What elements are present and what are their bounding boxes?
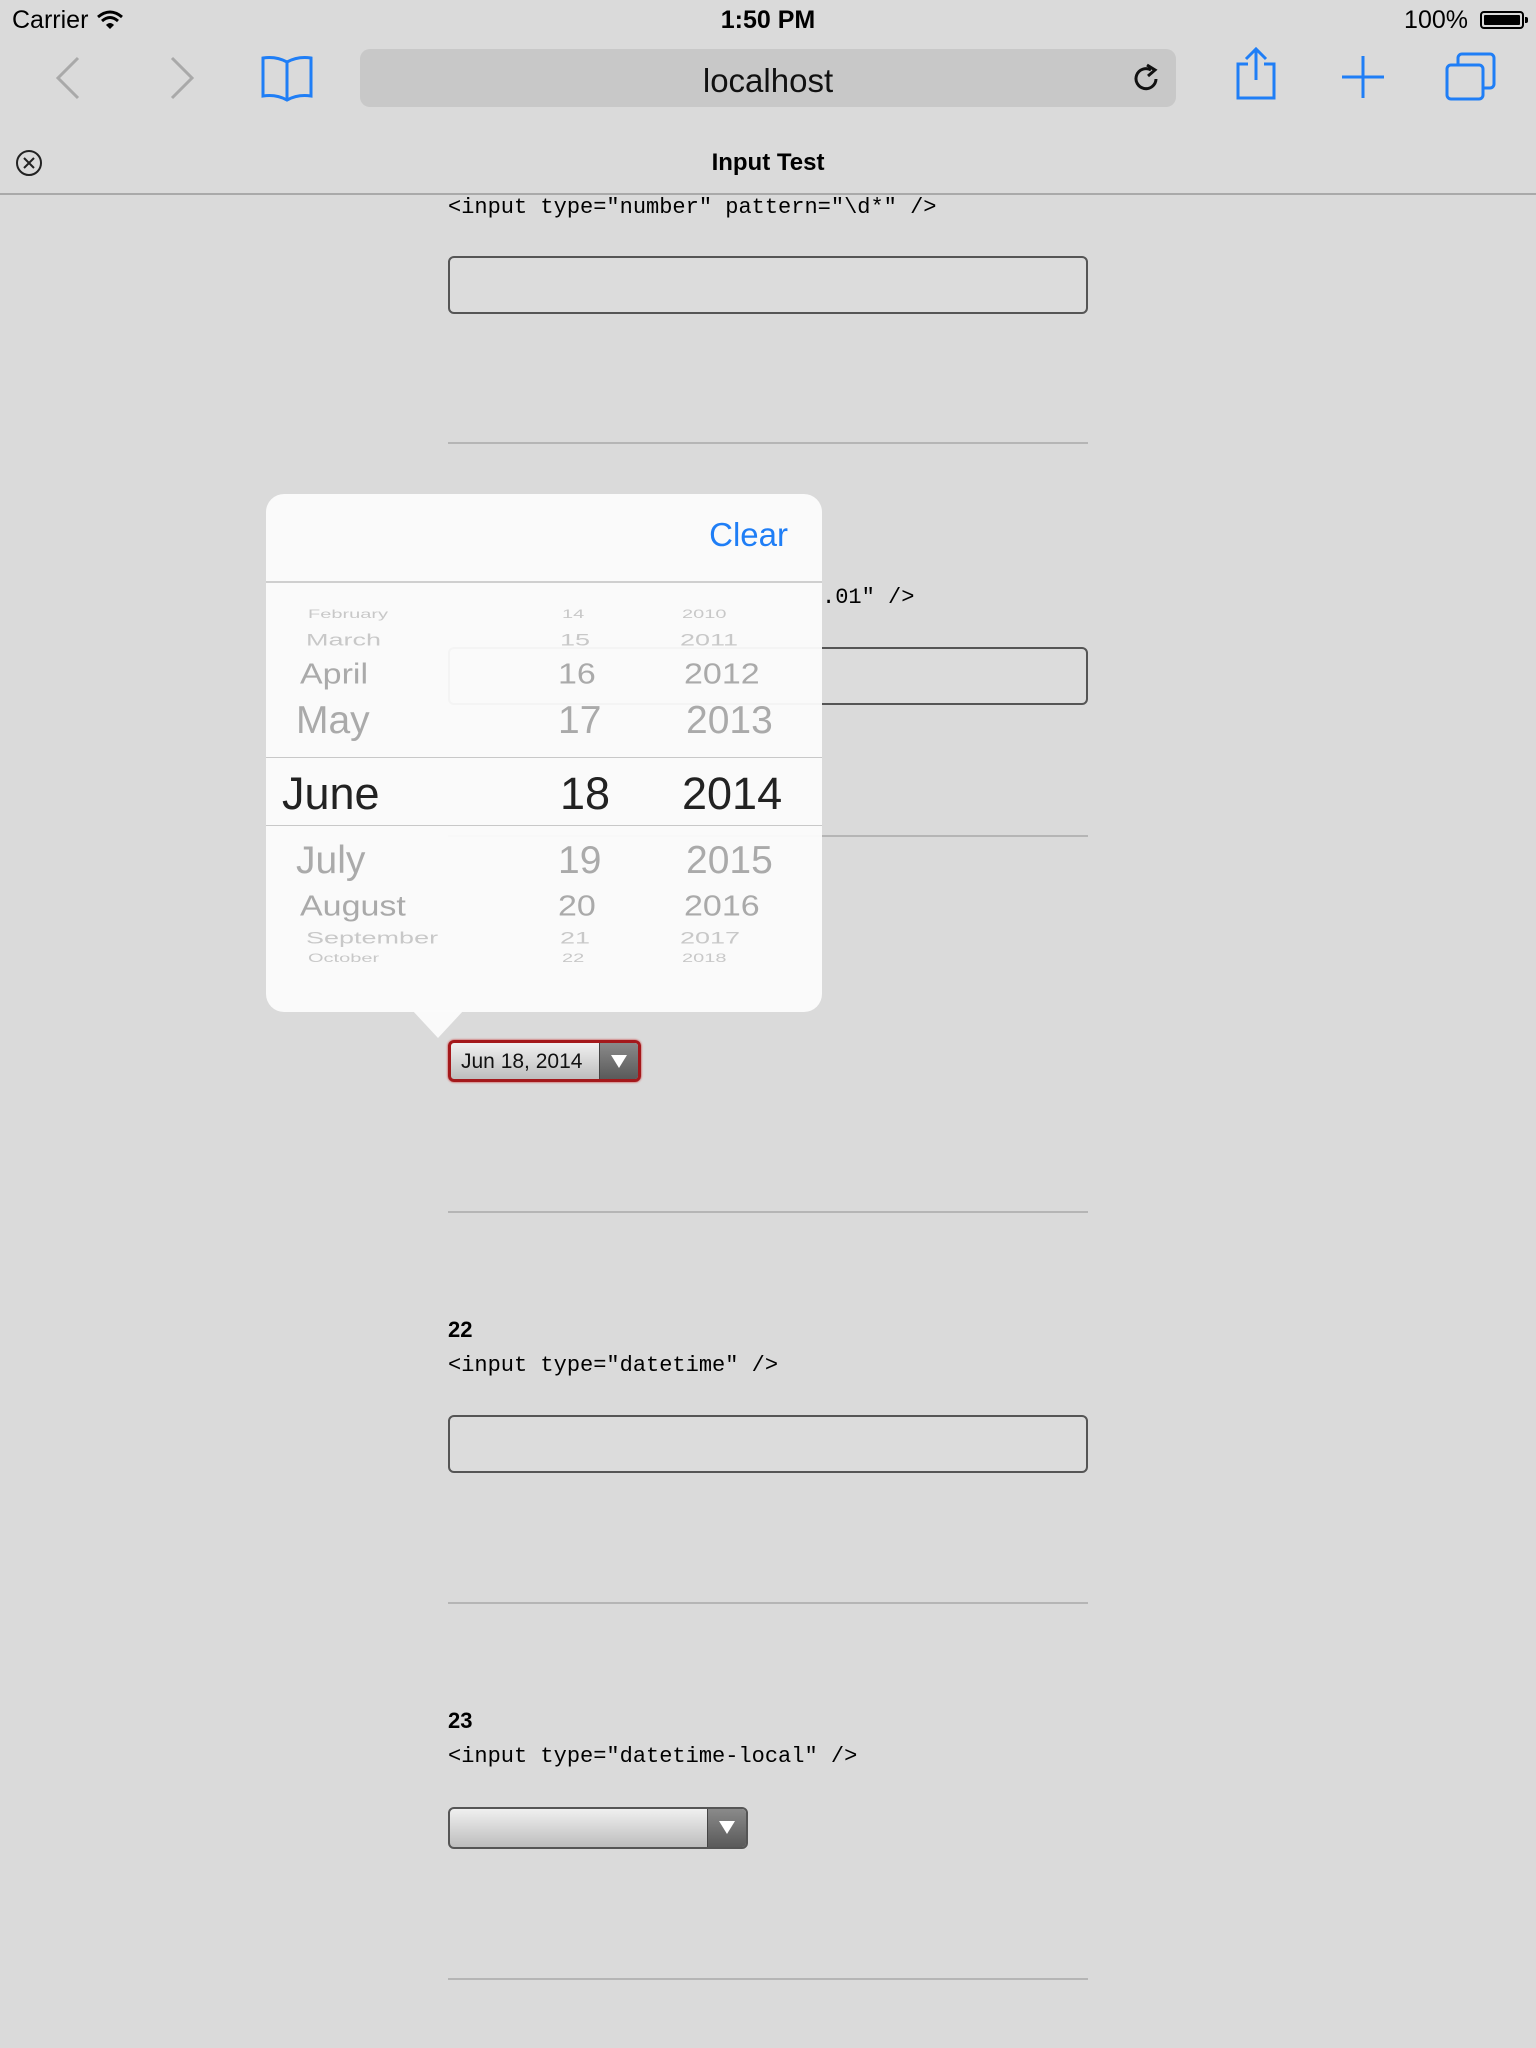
picker-day-option[interactable]: 14 [562, 608, 584, 622]
picker-day-option[interactable]: 22 [562, 952, 584, 966]
picker-year-option[interactable]: 2017 [680, 929, 740, 948]
divider [448, 1602, 1088, 1604]
address-bar[interactable]: localhost [360, 49, 1176, 107]
clear-button[interactable]: Clear [709, 516, 788, 554]
picker-year-option[interactable]: 2011 [680, 631, 738, 650]
date-picker-popover: Clear February March April May June July… [266, 494, 822, 1038]
picker-year-option[interactable]: 2010 [682, 608, 727, 622]
picker-month-option[interactable]: April [300, 658, 368, 691]
picker-day-option[interactable]: 16 [558, 658, 596, 691]
battery-icon [1480, 11, 1528, 29]
picker-year-selected[interactable]: 2014 [682, 768, 782, 820]
section-number: 22 [448, 1317, 473, 1342]
picker-day-option[interactable]: 21 [560, 929, 590, 948]
page-content: <input type="number" pattern="\d*" /> .0… [0, 195, 1536, 2048]
url-text: localhost [702, 62, 834, 99]
code-snippet: <input type="datetime" /> [448, 1353, 779, 1378]
date-select[interactable]: Jun 18, 2014 [448, 1040, 641, 1082]
popover-arrow [412, 1010, 464, 1038]
picker-year-option[interactable]: 2012 [684, 658, 760, 691]
picker-month-option[interactable]: March [306, 631, 381, 650]
date-select-value: Jun 18, 2014 [461, 1050, 583, 1073]
selection-bottom-line [266, 825, 822, 826]
tabs-icon[interactable] [1444, 52, 1498, 102]
picker-year-option[interactable]: 2016 [684, 890, 760, 923]
divider [448, 1978, 1088, 1980]
picker-day-selected[interactable]: 18 [560, 768, 610, 820]
picker-year-option[interactable]: 2013 [686, 699, 773, 743]
selection-top-line [266, 757, 822, 758]
picker-day-option[interactable]: 19 [558, 839, 601, 883]
tab-title[interactable]: Input Test [0, 149, 1536, 177]
picker-month-option[interactable]: September [306, 929, 438, 948]
picker-day-option[interactable]: 20 [558, 890, 596, 923]
tab-bar: Input Test [0, 140, 1536, 195]
bookmarks-icon[interactable] [260, 54, 314, 102]
share-icon[interactable] [1234, 46, 1278, 102]
divider [448, 442, 1088, 444]
picker-month-option[interactable]: August [300, 890, 406, 923]
code-snippet: <input type="number" pattern="\d*" /> [448, 195, 937, 220]
battery-percent: 100% [1404, 6, 1468, 34]
picker-year-option[interactable]: 2018 [682, 952, 727, 966]
picker-month-option[interactable]: July [296, 839, 365, 883]
divider [448, 1211, 1088, 1213]
datetime-input[interactable] [448, 1415, 1088, 1473]
picker-month-option[interactable]: May [296, 699, 370, 743]
code-snippet: <input type="datetime-local" /> [448, 1744, 858, 1769]
back-icon[interactable] [54, 56, 84, 100]
section-number: 23 [448, 1708, 473, 1733]
number-input[interactable] [448, 256, 1088, 314]
reload-icon[interactable] [1130, 63, 1162, 95]
picker-year-option[interactable]: 2015 [686, 839, 773, 883]
code-snippet: .01" /> [822, 585, 915, 610]
picker-day-option[interactable]: 17 [558, 699, 601, 743]
status-bar: Carrier 1:50 PM 100% [0, 0, 1536, 40]
picker-month-option[interactable]: October [308, 952, 379, 966]
datetime-local-select[interactable] [448, 1807, 748, 1849]
status-time: 1:50 PM [720, 6, 816, 34]
forward-icon[interactable] [166, 56, 196, 100]
picker-day-option[interactable]: 15 [560, 631, 590, 650]
new-tab-icon[interactable] [1340, 54, 1386, 100]
picker-month-selected[interactable]: June [282, 768, 380, 820]
chevron-down-icon [599, 1043, 638, 1079]
chevron-down-icon [707, 1809, 746, 1847]
date-picker-wheel[interactable]: February March April May June July Augus… [266, 583, 822, 975]
picker-month-option[interactable]: February [308, 608, 388, 622]
